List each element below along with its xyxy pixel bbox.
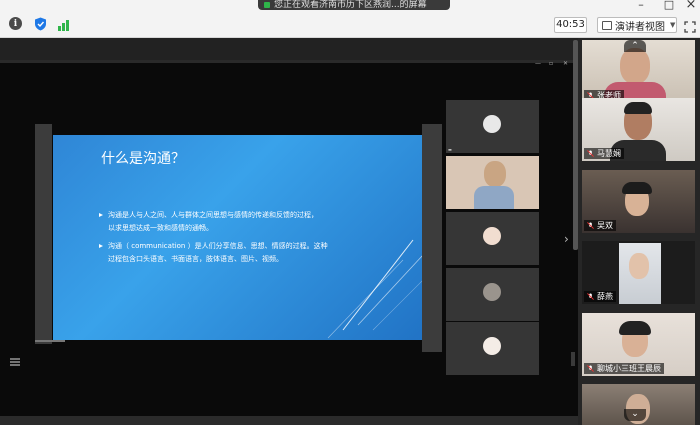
inner-participant-tile	[446, 212, 539, 265]
slide-left-pillar	[35, 124, 52, 344]
avatar	[483, 115, 501, 133]
inner-participant-tile	[446, 268, 539, 321]
participant-name-tag: 马慧娴	[584, 148, 624, 159]
speaker-view-button[interactable]: 演讲者视图 ▼	[597, 17, 677, 33]
participant-face	[620, 48, 650, 84]
share-indicator-icon	[264, 2, 270, 8]
speaker-view-icon	[602, 20, 612, 30]
menu-icon[interactable]	[10, 352, 20, 366]
participant-name-tag: 聊城小三班王晨辰	[584, 363, 664, 374]
shared-screen-top	[0, 38, 578, 60]
participant-hair	[619, 321, 651, 335]
fullscreen-icon[interactable]	[684, 18, 696, 33]
signal-icon[interactable]	[56, 17, 70, 31]
avatar	[483, 337, 501, 355]
participant-name: 马慧娴	[597, 149, 621, 158]
meeting-window: i 您正在观看济南市历下区燕润...的屏幕 – □ × 40:53 演讲者视图 …	[0, 0, 700, 425]
share-banner-text: 您正在观看济南市历下区燕润...的屏幕	[274, 0, 427, 10]
info-icon[interactable]: i	[9, 17, 22, 30]
chevron-down-icon: ▼	[670, 21, 676, 29]
panel-scrollbar[interactable]	[573, 40, 578, 250]
slide-right-pillar	[422, 124, 442, 352]
avatar	[483, 283, 501, 301]
inner-participant-tile	[446, 322, 539, 375]
mic-muted-icon	[587, 222, 594, 229]
chevron-right-icon[interactable]: ›	[564, 232, 569, 246]
mic-muted-icon	[587, 150, 594, 157]
speaker-view-label: 演讲者视图	[615, 21, 665, 33]
inner-maximize-icon: ▫	[549, 60, 554, 67]
participant-name: 吴双	[597, 221, 613, 230]
participant-name-tag: 吴双	[584, 220, 616, 231]
participant-tile[interactable]: 薛燕	[582, 241, 695, 304]
participant-name: 聊城小三班王晨辰	[597, 364, 661, 373]
inner-scroll-marker	[571, 352, 575, 366]
inner-participant-tile: ▬	[446, 100, 539, 153]
avatar	[483, 227, 501, 245]
close-button[interactable]: ×	[684, 0, 698, 11]
meeting-timer: 40:53	[554, 17, 587, 33]
screen-share-banner[interactable]: 您正在观看济南市历下区燕润...的屏幕	[258, 0, 450, 10]
slide-bullet-2-line-2: 过程包含口头语言、书面语言，肢体语言、图片、视频。	[108, 255, 283, 263]
slide-title: 什么是沟通？	[101, 151, 185, 167]
participant-tile[interactable]: 吴双	[582, 170, 695, 233]
shared-screen-bottom	[0, 416, 578, 425]
slide-bullet-2-line-1: 沟通（ communication ）是人们分享信息、思想、情感的过程。这种	[108, 242, 328, 250]
participant-hair	[624, 102, 652, 114]
participant-name: 薛燕	[597, 292, 613, 301]
inner-close-icon: ✕	[563, 60, 569, 67]
slide-bullet-2: 沟通（ communication ）是人们分享信息、思想、情感的过程。这种 过…	[99, 240, 328, 266]
shield-icon[interactable]	[33, 17, 47, 31]
participant-face	[629, 253, 649, 279]
participant-tile[interactable]: 聊城小三班王晨辰	[582, 313, 695, 376]
participant-shoulders	[474, 186, 514, 209]
participant-tile[interactable]: 马慧娴	[582, 98, 695, 161]
inner-minimize-icon: —	[535, 60, 541, 67]
meeting-toolbar: i 您正在观看济南市历下区燕润...的屏幕 – □ × 40:53 演讲者视图 …	[0, 0, 700, 38]
slide-bullet-1: 沟通是人与人之间、人与群体之间思想与感情的传递和反馈的过程， 以求思想达成一致和…	[99, 209, 318, 235]
avatar	[484, 161, 506, 187]
maximize-button[interactable]: □	[662, 0, 676, 10]
inner-participant-video	[446, 156, 539, 209]
chevron-up-icon[interactable]: ⌃	[624, 40, 646, 52]
mic-muted-icon	[587, 293, 594, 300]
minimize-button[interactable]: –	[634, 0, 648, 10]
inner-participant-label: ▬	[448, 147, 452, 152]
mic-muted-icon	[587, 365, 594, 372]
slide-decoration	[327, 239, 422, 339]
slide-bullet-1-line-2: 以求思想达成一致和感情的通畅。	[108, 224, 213, 232]
participant-name-tag: 薛燕	[584, 291, 616, 302]
presentation-slide: 什么是沟通？ 沟通是人与人之间、人与群体之间思想与感情的传递和反馈的过程， 以求…	[53, 135, 422, 340]
slide-bullet-1-line-1: 沟通是人与人之间、人与群体之间思想与感情的传递和反馈的过程，	[108, 211, 318, 219]
participant-hair	[622, 182, 652, 194]
chevron-down-icon[interactable]: ⌄	[624, 409, 646, 421]
